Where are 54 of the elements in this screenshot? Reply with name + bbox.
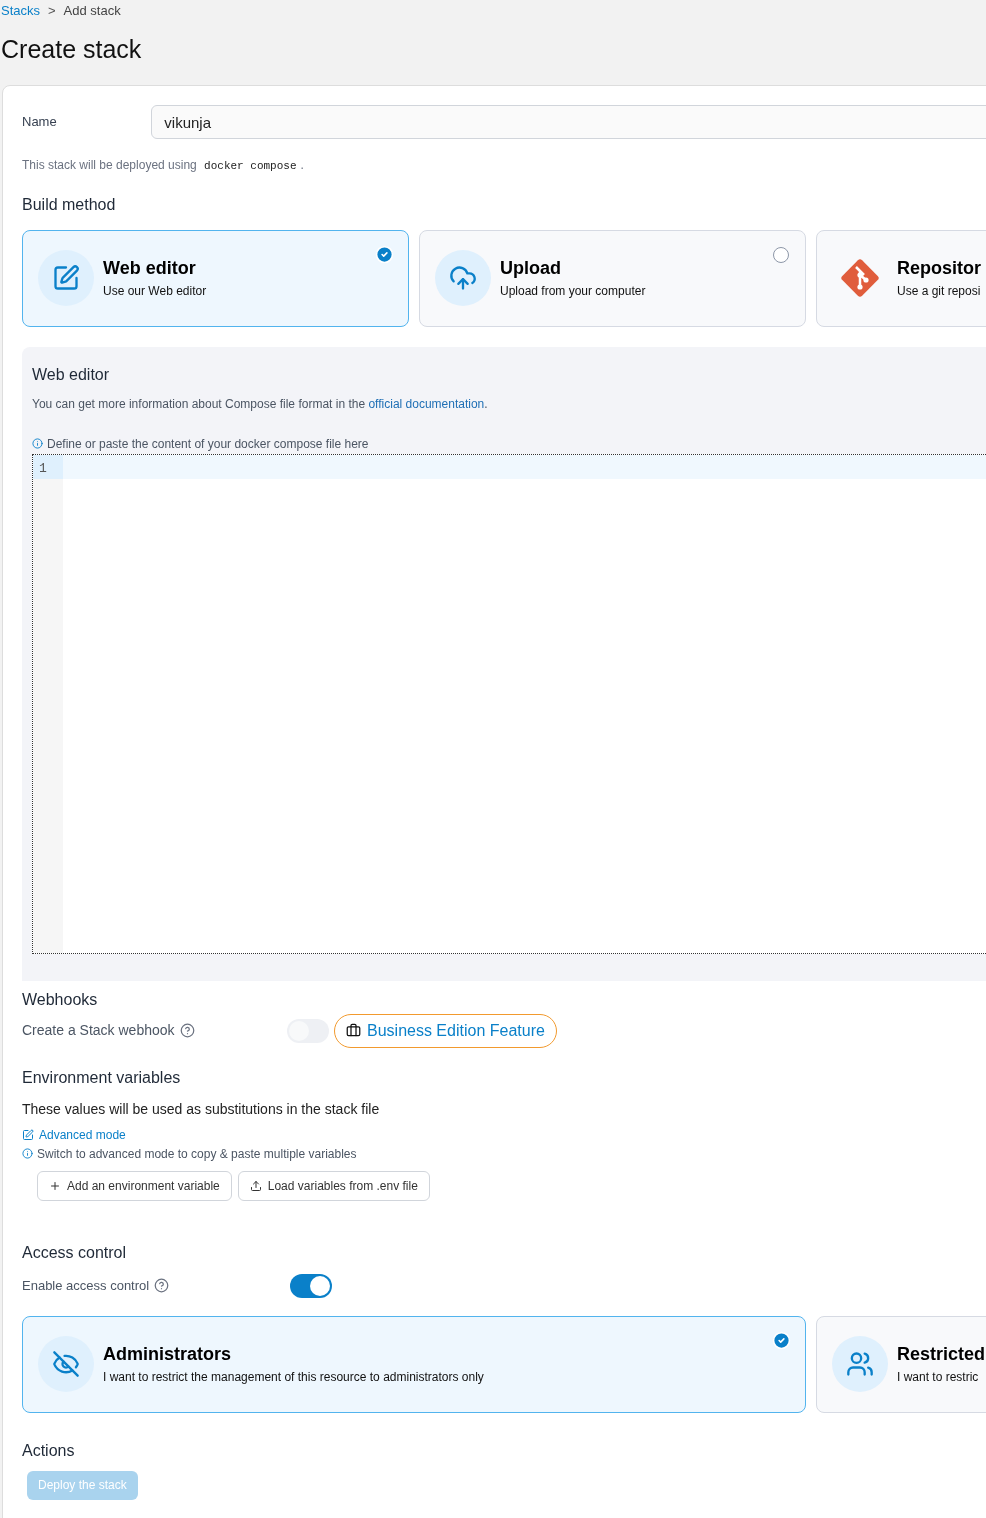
section-title: Build method [22,194,117,215]
name-input-field[interactable]: vikunja [151,105,986,139]
toggle-switch[interactable] [290,1273,332,1298]
option-subtitle: Use our Web editor [103,283,207,300]
info-text: You can get more information about Compose file format in the official documentation. [32,395,489,413]
section-title: Environment variables [22,1067,182,1088]
breadcrumb-separator: > [48,1,56,20]
info-icon [32,438,43,449]
line-number: 1 [33,454,63,479]
breadcrumb-current: Add stack [63,1,121,20]
section-title: Access control [22,1242,128,1263]
section-title: Actions [22,1440,76,1461]
selected-check-icon [375,244,394,264]
setting-label: Enable access control [22,1276,150,1295]
code-editor[interactable]: 1 [32,453,986,954]
help-icon [179,1023,195,1038]
option-card[interactable]: Web editor Use our Web editor [22,229,409,327]
option-subtitle: Upload from your computer [500,283,646,300]
advanced-mode-hint: Switch to advanced mode to copy & paste multiple variables [37,1145,357,1163]
info-icon [22,1148,33,1159]
selected-check-icon [772,1330,791,1350]
briefcase-icon [346,1023,361,1038]
advanced-mode-link[interactable]: Advanced mode [22,1125,126,1144]
option-subtitle: Use a git reposi [897,283,981,300]
env-description: These values will be used as substitutions in the stack file [22,1099,381,1119]
option-subtitle: I want to restrict the management of this resource to administrators only [103,1369,484,1386]
cloud-upload-icon [449,264,477,292]
breadcrumb-link[interactable]: Stacks [1,0,40,21]
edit-icon [22,1128,34,1141]
section-title: Webhooks [22,989,99,1010]
page-title: Create stack [0,34,143,65]
option-title: Administrators [103,1343,233,1366]
option-title: Upload [500,257,562,280]
secondary-button[interactable]: Add an environment variable [37,1170,232,1201]
secondary-button[interactable]: Load variables from .env file [237,1170,430,1201]
help-icon [154,1278,170,1293]
edit-icon [52,264,80,292]
option-title: Restricted [897,1343,986,1366]
option-title: Repositor [897,257,981,280]
field-label: Name [22,113,58,132]
users-icon [846,1350,874,1378]
option-subtitle: I want to restric [897,1369,980,1386]
section-title: Web editor [32,364,111,385]
option-title: Web editor [103,257,197,280]
eye-off-icon [52,1350,80,1378]
option-card[interactable]: Restricted I want to restric [816,1315,986,1413]
editor-hint: Define or paste the content of your docker compose file here [47,435,369,453]
option-card[interactable]: Repositor Use a git reposi [816,229,986,327]
plus-icon [49,1179,61,1192]
deploy-note: This stack will be deployed using docker compose . [22,157,305,174]
option-card[interactable]: Upload Upload from your computer [419,229,806,327]
option-card[interactable]: Administrators I want to restrict the management of this resource to administrators only [22,1315,806,1413]
setting-label: Create a Stack webhook [22,1021,175,1040]
upload-icon [249,1179,262,1192]
